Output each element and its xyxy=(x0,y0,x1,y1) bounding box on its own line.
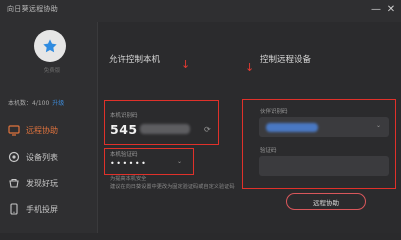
local-id-label: 本机识别码 xyxy=(110,113,138,119)
sidebar-item-remote-assist[interactable]: 远程协助 xyxy=(8,123,94,137)
sidebar: 免费版 本机数：4/100 升级 远程协助 设备列表 发现好玩 手机投屏 xyxy=(0,22,98,233)
sidebar-item-device-list[interactable]: 设备列表 xyxy=(8,150,94,164)
sidebar-item-label: 手机投屏 xyxy=(26,204,58,214)
arrow-down-icon: ↓ xyxy=(181,58,191,71)
remote-assist-button[interactable]: 远程协助 xyxy=(286,193,366,210)
device-count-text: 本机数：4/100 xyxy=(8,100,50,107)
verify-code-label: 验证码 xyxy=(260,148,277,154)
local-password-label: 本机验证码 xyxy=(110,152,138,158)
sidebar-item-phone-cast[interactable]: 手机投屏 xyxy=(8,202,94,216)
minimize-button[interactable]: — xyxy=(369,2,383,16)
refresh-icon[interactable]: ⟳ xyxy=(204,125,211,134)
discover-icon xyxy=(8,177,20,189)
partner-id-label: 伙伴识别码 xyxy=(260,109,288,115)
sidebar-item-label: 远程协助 xyxy=(26,125,58,135)
chevron-down-icon[interactable]: ⌄ xyxy=(177,158,182,165)
phone-cast-icon xyxy=(8,203,20,215)
star-icon xyxy=(43,39,57,53)
device-count: 本机数：4/100 升级 xyxy=(8,98,64,107)
upgrade-link[interactable]: 升级 xyxy=(52,100,64,107)
allow-control-title: 允许控制本机 xyxy=(109,55,161,65)
sidebar-item-discover[interactable]: 发现好玩 xyxy=(8,176,94,190)
app-title: 向日葵远程协助 xyxy=(7,5,59,13)
security-note-2: 建议在向日葵设置中更改为固定验证码或自定义验证码 xyxy=(110,184,235,190)
local-password-value: •••••• xyxy=(110,159,148,168)
chevron-down-icon[interactable]: ⌄ xyxy=(376,122,381,129)
device-list-icon xyxy=(8,151,20,163)
close-button[interactable]: ✕ xyxy=(384,2,398,16)
avatar[interactable] xyxy=(34,30,66,62)
remote-control-title: 控制远程设备 xyxy=(260,55,312,65)
redacted-partner-id xyxy=(266,123,318,132)
arrow-down-icon: ↓ xyxy=(245,61,255,74)
sidebar-item-label: 设备列表 xyxy=(26,152,58,162)
local-id-value: 545 xyxy=(110,122,138,137)
remote-assist-icon xyxy=(8,124,20,136)
redacted-id-digits xyxy=(140,124,190,134)
title-bar: 向日葵远程协助 — ✕ xyxy=(0,0,401,22)
avatar-name: 免费版 xyxy=(43,68,61,74)
verify-code-input[interactable] xyxy=(263,160,387,174)
security-note-1: 为提高本机安全 xyxy=(110,176,147,182)
sidebar-item-label: 发现好玩 xyxy=(26,178,58,188)
main-window: 向日葵远程协助 — ✕ 免费版 本机数：4/100 升级 远程协助 设备列表 发… xyxy=(0,0,401,233)
